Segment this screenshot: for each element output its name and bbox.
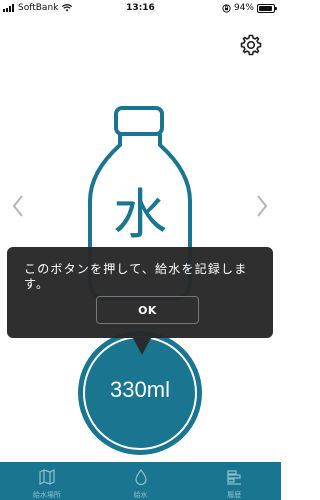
water-drop-icon [134,469,147,486]
bottle-label: 水 [113,183,167,246]
tab-label: 給水場所 [32,491,61,499]
next-arrow-icon[interactable] [252,192,272,220]
tab-label: 給水 [133,491,148,499]
tab-history[interactable]: 履歴 [187,462,281,500]
battery-fill [259,5,273,11]
history-icon [227,470,242,485]
tab-bar: 給水場所 給水 履歴 [0,462,281,500]
previous-arrow-icon[interactable] [8,192,28,220]
ok-button[interactable]: OK [96,296,199,324]
status-right: 94% [222,3,277,13]
status-bar: SoftBank 13:16 94% [0,0,281,16]
gear-icon[interactable] [239,33,263,57]
battery-percent: 94% [233,3,254,13]
dialog-message: このボタンを押して、給水を記録します。 [24,262,248,291]
dialog-pointer [133,338,151,355]
tab-water[interactable]: 給水 [94,462,188,500]
orientation-lock-icon [222,3,231,13]
map-icon [39,469,55,485]
battery-icon [257,3,277,13]
record-amount: 330ml [110,377,170,402]
tutorial-dialog: このボタンを押して、給水を記録します。 OK [7,247,273,338]
tab-water-spots[interactable]: 給水場所 [0,462,94,500]
tab-label: 履歴 [227,491,242,499]
